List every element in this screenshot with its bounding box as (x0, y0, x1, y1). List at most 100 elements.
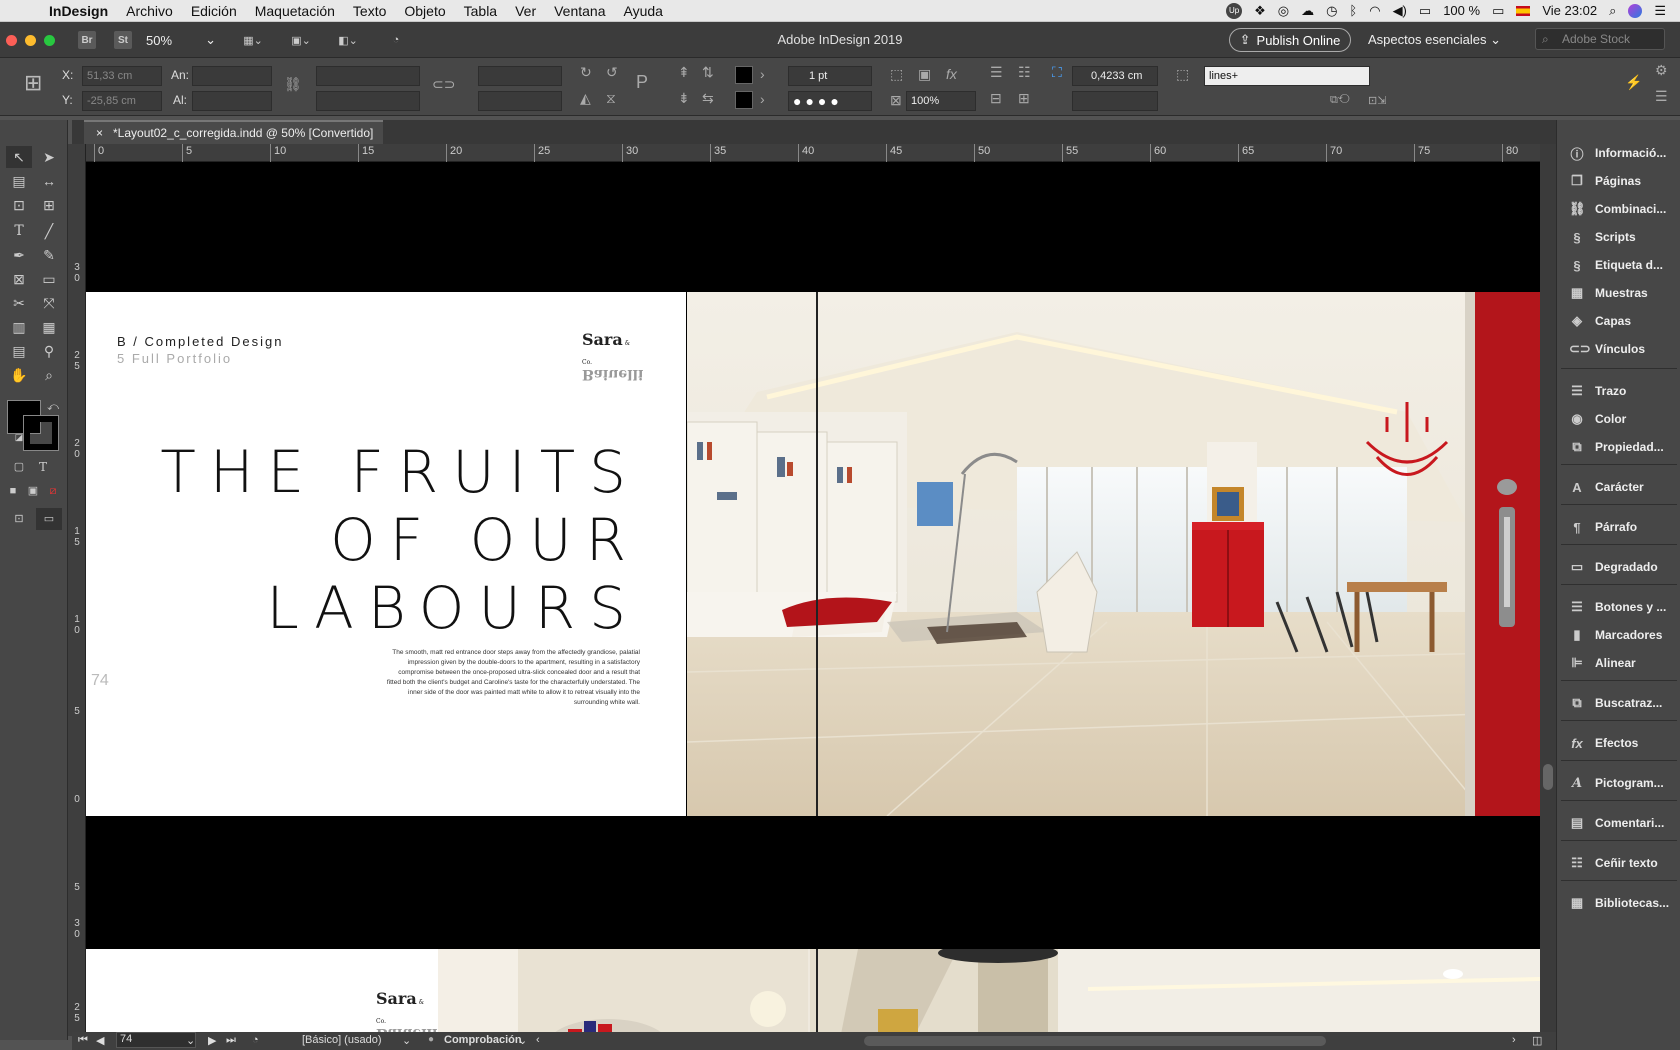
menu-texto[interactable]: Texto (344, 3, 395, 19)
normal-view-icon[interactable]: ⊡ (6, 508, 32, 530)
panel-marcadores[interactable]: ▮ Marcadores (1557, 622, 1680, 648)
cloud-icon[interactable]: ☁ (1301, 3, 1314, 19)
menu-app-name[interactable]: InDesign (40, 3, 117, 19)
flag-icon[interactable] (1516, 5, 1531, 16)
opacity-field[interactable]: 100% (906, 91, 976, 111)
up-icon[interactable]: Up (1226, 2, 1243, 19)
close-icon[interactable]: × (96, 126, 103, 140)
scissors-tool-icon[interactable]: ✂ (6, 292, 32, 314)
line-tool-icon[interactable]: ╱ (36, 220, 62, 242)
content-icon[interactable]: P (636, 72, 648, 93)
select-previous-icon[interactable]: ⇟ (678, 90, 690, 107)
screen-mode-tool-icon[interactable]: ▭ (36, 508, 62, 530)
panel-pictogramas[interactable]: A Pictogram... (1557, 770, 1680, 796)
panel-comentarios[interactable]: ▤ Comentari... (1557, 810, 1680, 836)
document-canvas[interactable]: B / Completed Design 5 Full Portfolio Sa… (86, 162, 1540, 1036)
apply-none-icon[interactable]: ⧄ (40, 480, 66, 502)
default-colors-icon[interactable]: ◪ (6, 426, 32, 448)
stroke-align-icon[interactable]: ⬚ (890, 66, 903, 83)
chevron-down-icon[interactable]: ⌄ (402, 1034, 411, 1047)
zoom-window-button[interactable] (44, 35, 55, 46)
scroll-left-icon[interactable]: ‹ (536, 1034, 540, 1046)
formatting-container-icon[interactable]: ▢ (6, 456, 32, 478)
rotation-field[interactable] (478, 66, 562, 86)
panel-bibliotecas[interactable]: ▦ Bibliotecas... (1557, 890, 1680, 916)
constrain-proportions-icon[interactable]: ⛓ (284, 76, 302, 93)
panel-combinacion[interactable]: ⛓ Combinaci... (1557, 196, 1680, 222)
pen-tool-icon[interactable]: ✒ (6, 244, 32, 266)
interior-photo[interactable] (687, 292, 1540, 816)
chevron-down-icon[interactable]: ⌄ (186, 1034, 195, 1047)
open-document-icon[interactable]: ◔ (252, 1034, 259, 1046)
quick-apply-icon[interactable]: ⚡ (1625, 74, 1642, 91)
body-copy[interactable]: The smooth, matt red entrance door steps… (386, 648, 640, 708)
shear-field[interactable] (478, 91, 562, 111)
panel-degradado[interactable]: ▭ Degradado (1557, 554, 1680, 580)
menu-ventana[interactable]: Ventana (545, 3, 614, 19)
direct-selection-tool-icon[interactable]: ➤ (36, 146, 62, 168)
secondary-field[interactable] (1072, 91, 1158, 111)
page-number-field[interactable]: 74 (116, 1032, 196, 1048)
select-content-icon[interactable]: ⇅ (702, 64, 714, 81)
rectangle-tool-icon[interactable]: ▭ (36, 268, 62, 290)
rectangle-frame-tool-icon[interactable]: ⊠ (6, 268, 32, 290)
menu-edicion[interactable]: Edición (182, 3, 246, 19)
next-page-icon[interactable]: ▶ (208, 1034, 216, 1047)
panel-botones[interactable]: ☰ Botones y ... (1557, 594, 1680, 620)
y-field[interactable]: -25,85 cm (82, 91, 162, 111)
next-spread-page[interactable]: Sara & Co. Baiuelli (86, 949, 438, 1036)
x-field[interactable]: 51,33 cm (82, 66, 162, 86)
panel-muestras[interactable]: ▦ Muestras (1557, 280, 1680, 306)
scroll-right-icon[interactable]: › (1512, 1034, 1516, 1046)
clear-overrides-icon[interactable]: ⧉⟲ (1330, 94, 1350, 107)
gap-tool-icon[interactable]: ⛶ (1052, 64, 1062, 81)
spotlight-icon[interactable]: ⌕ (1609, 3, 1616, 19)
select-container-icon[interactable]: ⇞ (678, 64, 690, 81)
free-transform-tool-icon[interactable]: ⤧ (36, 292, 62, 314)
horizontal-ruler[interactable]: 0 5 10 15 20 25 30 35 40 45 50 55 60 65 … (86, 144, 1540, 162)
left-page[interactable]: B / Completed Design 5 Full Portfolio Sa… (86, 292, 686, 816)
content-placer-icon[interactable]: ⊞ (36, 194, 62, 216)
panel-menu-icon[interactable]: ☰ (1655, 88, 1668, 105)
gear-icon[interactable]: ⚙ (1655, 62, 1668, 79)
flip-horizontal-icon[interactable]: ◭ (580, 90, 591, 107)
stock-button[interactable]: St (114, 31, 132, 49)
preflight-label[interactable]: Comprobación (444, 1034, 522, 1046)
close-window-button[interactable] (6, 35, 17, 46)
swap-colors-icon[interactable]: ⤺ (40, 396, 66, 418)
minimize-window-button[interactable] (25, 35, 36, 46)
flip-vertical-icon[interactable]: ⧖ (606, 90, 616, 107)
siri-icon[interactable] (1628, 3, 1643, 18)
panel-propiedades[interactable]: ⧉ Propiedad... (1557, 434, 1680, 460)
stroke-arrow-icon[interactable]: › (760, 91, 765, 107)
panel-color[interactable]: ◉ Color (1557, 406, 1680, 432)
menu-tabla[interactable]: Tabla (455, 3, 506, 19)
page-tool-icon[interactable]: ▤ (6, 170, 32, 192)
drop-shadow-icon[interactable]: ▣ (918, 66, 931, 83)
vertical-ruler[interactable]: 3 0 2 5 2 0 1 5 1 0 5 0 5 3 0 2 5 (68, 144, 86, 1036)
adobe-stock-search[interactable]: ⌕ Adobe Stock (1535, 28, 1665, 50)
panel-scripts[interactable]: § Scripts (1557, 224, 1680, 250)
height-field[interactable] (192, 91, 272, 111)
frame-center-icon[interactable]: ⊞ (1018, 90, 1030, 107)
panel-efectos[interactable]: fx Efectos (1557, 730, 1680, 756)
horizontal-scroll-thumb[interactable] (864, 1036, 1326, 1046)
panel-cenir-texto[interactable]: ☷ Ceñir texto (1557, 850, 1680, 876)
text-wrap-bbox-icon[interactable]: ☷ (1018, 64, 1031, 81)
clock[interactable]: Vie 23:02 (1542, 3, 1597, 18)
battery-percent[interactable]: 100 % (1443, 3, 1480, 18)
notification-center-icon[interactable]: ☰ (1654, 3, 1666, 19)
eyedropper-tool-icon[interactable]: ⚲ (36, 340, 62, 362)
panel-vinculos[interactable]: ⊂⊃ Vínculos (1557, 336, 1680, 362)
width-field[interactable] (192, 66, 272, 86)
panel-buscatrazos[interactable]: ⧉ Buscatraz... (1557, 690, 1680, 716)
redefine-style-icon[interactable]: ⊡⇲ (1368, 94, 1386, 107)
panel-trazo[interactable]: ☰ Trazo (1557, 378, 1680, 404)
panel-paginas[interactable]: ❐ Páginas (1557, 168, 1680, 194)
hand-tool-icon[interactable]: ✋ (6, 364, 32, 386)
menu-ayuda[interactable]: Ayuda (615, 3, 672, 19)
panel-capas[interactable]: ◈ Capas (1557, 308, 1680, 334)
content-collector-icon[interactable]: ⊡ (6, 194, 32, 216)
panel-informacion[interactable]: ⓘ Informació... (1557, 140, 1680, 166)
zoom-tool-icon[interactable]: ⌕ (36, 364, 62, 386)
